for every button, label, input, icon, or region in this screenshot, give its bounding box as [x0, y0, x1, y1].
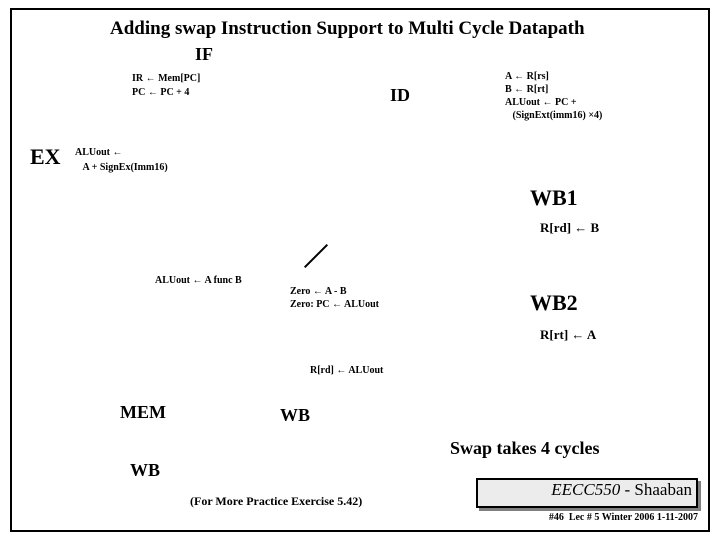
ex-stage-text: ALUout ← A + SignEx(Imm16): [75, 145, 168, 175]
slide-frame: [10, 8, 710, 532]
footer-page: #46: [549, 512, 564, 523]
course-code: EECC550: [551, 480, 620, 499]
wb-bottom-label: WB: [130, 460, 160, 481]
if-line1: IR ← Mem[PC]: [132, 73, 200, 84]
course-name: Shaaban: [634, 480, 692, 499]
if-line2: PC ← PC + 4: [132, 87, 189, 98]
id-line1: A ← R[rs]: [505, 71, 549, 82]
wb-stage-label: WB: [280, 405, 310, 426]
ex-line2: A + SignEx(Imm16): [83, 162, 168, 173]
ex-stage-label: EX: [30, 144, 61, 170]
footer-text: #46 Lec # 5 Winter 2006 1-11-2007: [549, 512, 698, 523]
wb1-text: R[rd] ← B: [540, 220, 599, 236]
id-line3: ALUout ← PC +: [505, 97, 577, 108]
exercise-note: (For More Practice Exercise 5.42): [190, 494, 362, 509]
zero-line1: Zero ← A - B: [290, 286, 346, 297]
rrd-text: R[rd] ← ALUout: [310, 365, 383, 376]
mem-stage-label: MEM: [120, 402, 166, 423]
id-stage-label: ID: [390, 85, 410, 106]
wb2-text: R[rt] ← A: [540, 327, 596, 343]
wb1-stage-label: WB1: [530, 185, 578, 211]
course-text: EECC550 - Shaaban: [551, 480, 692, 500]
slide-title: Adding swap Instruction Support to Multi…: [110, 18, 585, 40]
zero-text: Zero ← A - B Zero: PC ← ALUout: [290, 285, 379, 311]
course-dash: -: [620, 480, 634, 499]
id-line4: (SignExt(imm16) ×4): [513, 110, 603, 121]
branch-slash-icon: [300, 255, 332, 287]
id-line2: B ← R[rt]: [505, 84, 548, 95]
swap-note: Swap takes 4 cycles: [450, 438, 600, 459]
func-text: ALUout ← A func B: [155, 275, 242, 286]
if-stage-label: IF: [195, 44, 213, 65]
zero-line2: Zero: PC ← ALUout: [290, 299, 379, 310]
ex-line1: ALUout ←: [75, 147, 123, 158]
footer-lec: Lec # 5 Winter 2006 1-11-2007: [569, 512, 698, 523]
wb2-stage-label: WB2: [530, 290, 578, 316]
if-stage-text: IR ← Mem[PC] PC ← PC + 4: [132, 72, 200, 100]
id-stage-text: A ← R[rs] B ← R[rt] ALUout ← PC + (SignE…: [505, 70, 602, 122]
